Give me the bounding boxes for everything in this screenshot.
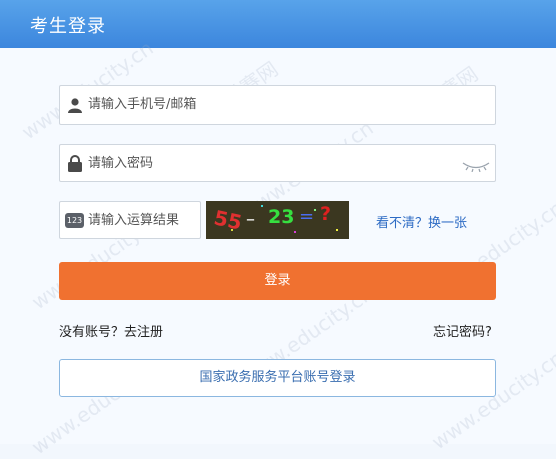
captcha-right-operand: 23 <box>268 206 295 228</box>
captcha-noise-dot <box>294 231 296 233</box>
calculator-icon: 123 <box>65 213 84 228</box>
lock-icon <box>68 155 82 176</box>
captcha-noise-dot <box>314 209 316 211</box>
password-field[interactable]: 请输入密码 <box>59 144 496 182</box>
captcha-question: ? <box>320 203 332 225</box>
captcha-left-operand: 55 <box>211 205 245 235</box>
phone-email-field[interactable]: 请输入手机号/邮箱 <box>59 85 496 125</box>
captcha-noise-dot <box>231 229 233 231</box>
captcha-equals: = <box>299 206 315 227</box>
login-button[interactable]: 登录 <box>59 262 496 300</box>
register-link[interactable]: 没有账号？去注册 <box>59 321 163 340</box>
page-title: 考生登录 <box>30 16 106 37</box>
user-icon <box>67 97 83 117</box>
captcha-placeholder: 请输入运算结果 <box>88 213 180 228</box>
refresh-captcha-link[interactable]: 看不清？换一张 <box>376 212 467 231</box>
captcha-field[interactable]: 123 请输入运算结果 <box>59 201 201 239</box>
eye-closed-icon[interactable] <box>462 157 490 176</box>
captcha-noise-dot <box>261 205 263 207</box>
forgot-password-link[interactable]: 忘记密码? <box>433 321 492 340</box>
gov-platform-login-button[interactable]: 国家政务服务平台账号登录 <box>59 359 496 397</box>
captcha-noise-dot <box>336 229 338 231</box>
phone-placeholder: 请输入手机号/邮箱 <box>88 97 197 112</box>
password-placeholder: 请输入密码 <box>88 156 154 171</box>
captcha-image[interactable]: 55 – 23 = ? <box>206 201 349 239</box>
captcha-operator: – <box>246 209 255 230</box>
header-bar: 考生登录 <box>0 0 556 48</box>
